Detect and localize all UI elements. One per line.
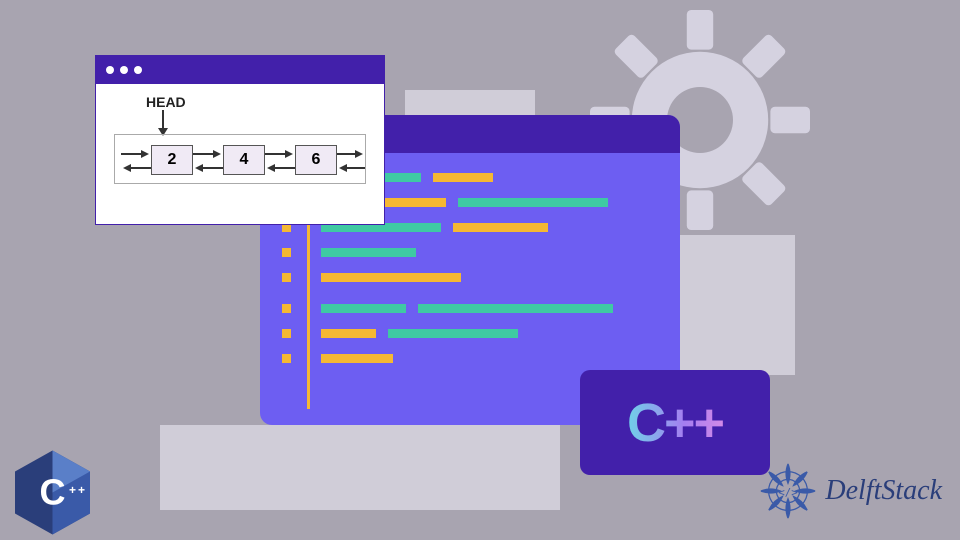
arrow-left-icon bbox=[265, 163, 295, 173]
bg-rect-bottom bbox=[160, 425, 560, 510]
cpp-badge-text: C++ bbox=[627, 392, 723, 454]
list-node: 6 bbox=[295, 145, 337, 175]
mandala-icon: </> bbox=[757, 460, 819, 522]
arrow-left-icon bbox=[193, 163, 223, 173]
diagram-body: HEAD 2 4 6 bbox=[96, 84, 384, 224]
cpp-hex-logo-icon: C + + bbox=[15, 450, 90, 535]
window-dot-icon bbox=[134, 66, 142, 74]
arrow-left-icon bbox=[121, 163, 151, 173]
arrow-right-icon bbox=[337, 149, 365, 159]
svg-text:+: + bbox=[69, 483, 76, 497]
head-label: HEAD bbox=[146, 94, 186, 110]
window-dot-icon bbox=[120, 66, 128, 74]
svg-text:C: C bbox=[40, 472, 66, 513]
diagram-titlebar bbox=[96, 56, 384, 84]
linked-list-diagram-window: HEAD 2 4 6 bbox=[95, 55, 385, 225]
arrow-right-icon bbox=[121, 149, 151, 159]
window-dot-icon bbox=[106, 66, 114, 74]
brand-text: DelftStack bbox=[825, 475, 942, 507]
svg-text:+: + bbox=[78, 483, 85, 497]
arrow-down-icon bbox=[156, 110, 170, 136]
arrow-left-icon bbox=[337, 163, 365, 173]
list-node: 4 bbox=[223, 145, 265, 175]
delftstack-logo: </> DelftStack bbox=[757, 460, 942, 522]
svg-text:</>: </> bbox=[779, 486, 798, 499]
arrow-right-icon bbox=[265, 149, 295, 159]
list-node: 2 bbox=[151, 145, 193, 175]
arrow-right-icon bbox=[193, 149, 223, 159]
cpp-badge: C++ bbox=[580, 370, 770, 475]
linked-list-container: 2 4 6 bbox=[114, 134, 366, 184]
